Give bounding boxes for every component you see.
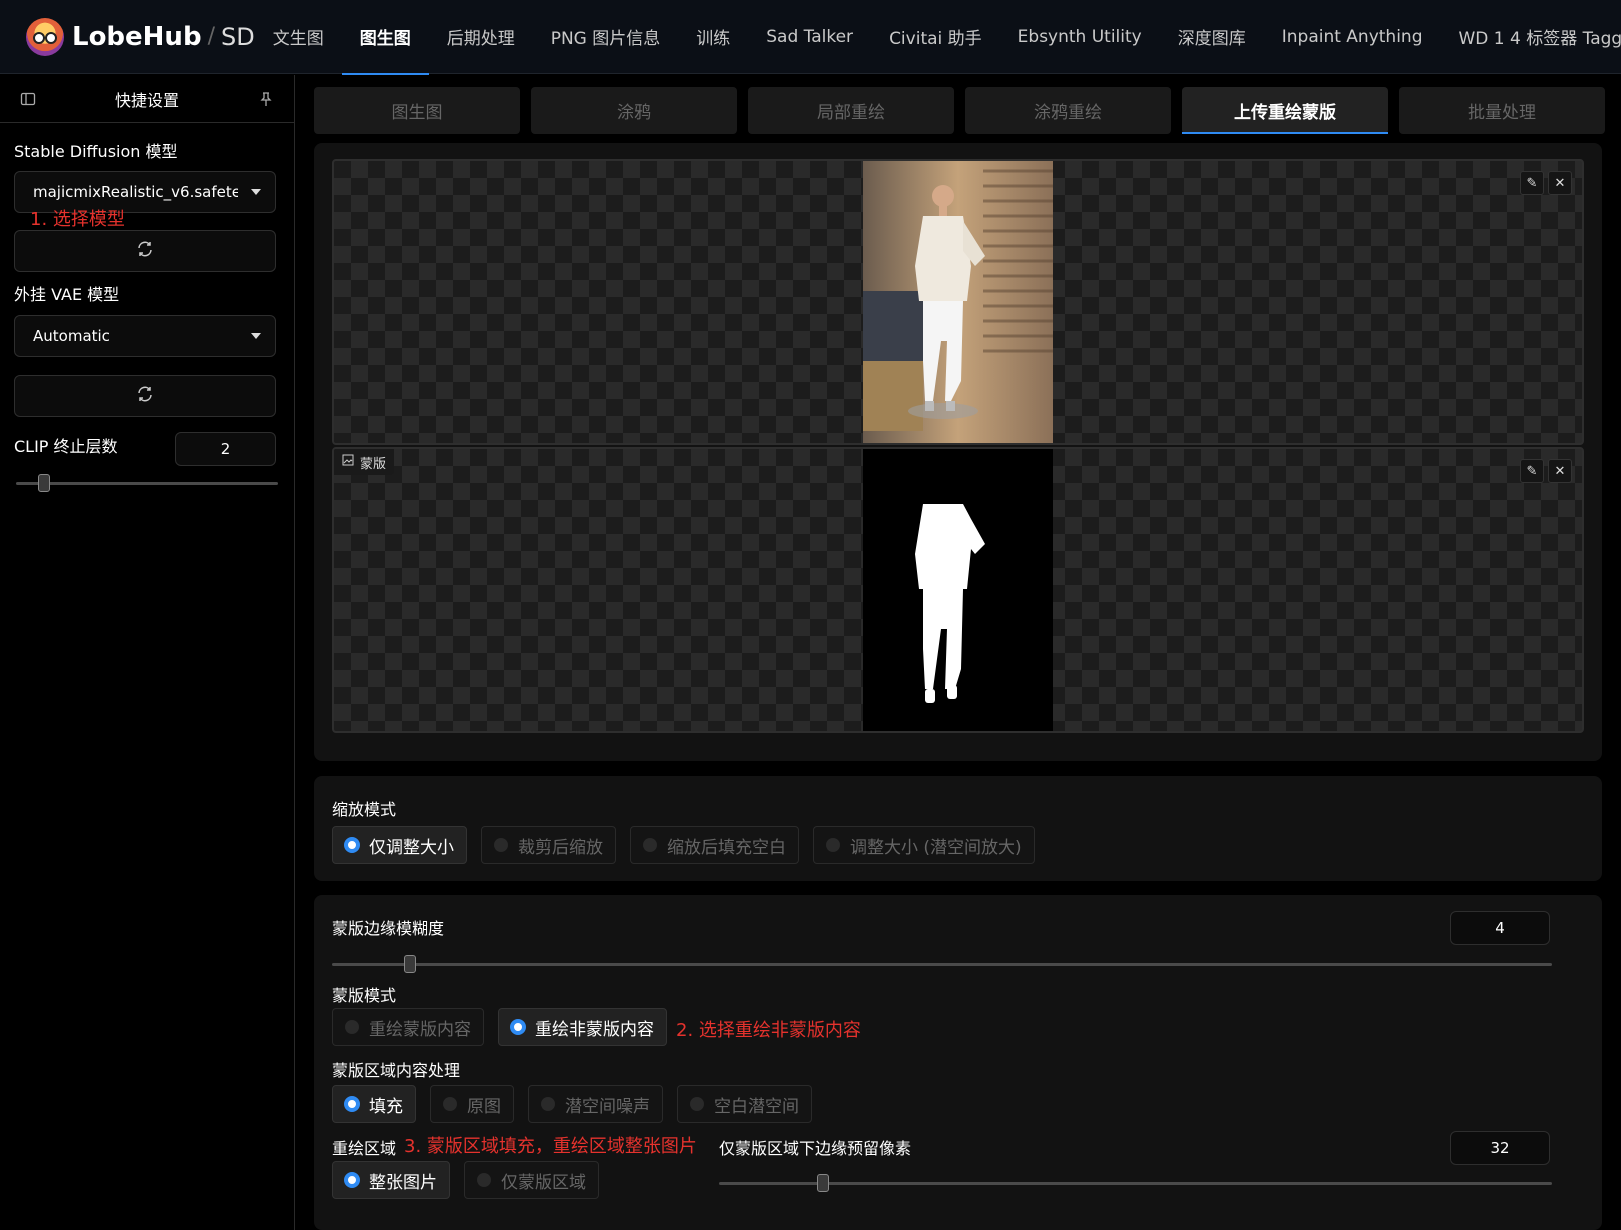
brand-name: LobeHub <box>72 21 202 52</box>
inpaint-area-option-0[interactable]: 整张图片 <box>332 1161 450 1199</box>
main-area: 图生图 涂鸦 局部重绘 涂鸦重绘 上传重绘蒙版 批量处理 ✎ ✕ 蒙版 ✎ ✕ … <box>296 75 1621 1230</box>
nav-item-9[interactable]: Inpaint Anything <box>1264 0 1441 74</box>
pencil-icon[interactable]: ✎ <box>1520 459 1544 483</box>
mask-mode-label: 蒙版模式 <box>332 986 397 1005</box>
mask-mode-option-1[interactable]: 重绘非蒙版内容 <box>498 1008 667 1046</box>
masked-content-option-1[interactable]: 原图 <box>430 1085 514 1123</box>
sidebar-toggle-icon[interactable] <box>20 91 36 107</box>
pin-icon[interactable] <box>258 91 274 107</box>
mask-settings-panel: 蒙版边缘模糊度 4 蒙版模式 重绘蒙版内容 重绘非蒙版内容 2. 选择重绘非蒙版内… <box>314 895 1602 1230</box>
sidebar-title: 快捷设置 <box>114 90 179 110</box>
init-image <box>863 161 1053 443</box>
refresh-icon <box>136 239 154 263</box>
only-masked-padding-input[interactable]: 32 <box>1450 1131 1550 1165</box>
only-masked-padding-label: 仅蒙版区域下边缘预留像素 <box>719 1139 912 1158</box>
mask-blur-label: 蒙版边缘模糊度 <box>332 919 445 938</box>
sd-model-label: Stable Diffusion 模型 <box>14 142 178 161</box>
masked-content-option-2[interactable]: 潜空间噪声 <box>528 1085 663 1123</box>
masked-content-option-3[interactable]: 空白潜空间 <box>677 1085 812 1123</box>
chevron-down-icon <box>251 189 261 195</box>
sidebar: 快捷设置 Stable Diffusion 模型 majicmixRealist… <box>0 75 295 1230</box>
tab-4[interactable]: 上传重绘蒙版 <box>1182 87 1388 134</box>
nav-item-7[interactable]: Ebsynth Utility <box>1000 0 1160 74</box>
mask-label-text: 蒙版 <box>360 456 387 472</box>
img2img-tabs: 图生图 涂鸦 局部重绘 涂鸦重绘 上传重绘蒙版 批量处理 <box>314 87 1605 134</box>
mask-mode-option-0[interactable]: 重绘蒙版内容 <box>332 1008 484 1046</box>
brand: LobeHub / SD <box>0 17 255 56</box>
clip-skip-slider[interactable] <box>16 474 278 492</box>
tab-2[interactable]: 局部重绘 <box>748 87 954 134</box>
image-panel: ✎ ✕ 蒙版 ✎ ✕ <box>314 143 1602 761</box>
mask-canvas[interactable]: 蒙版 ✎ ✕ <box>332 447 1584 733</box>
tab-0[interactable]: 图生图 <box>314 87 520 134</box>
resize-mode-option-0[interactable]: 仅调整大小 <box>332 826 467 864</box>
resize-mode-label: 缩放模式 <box>332 800 397 819</box>
mask-mode-options: 重绘蒙版内容 重绘非蒙版内容 <box>332 1008 667 1046</box>
nav-item-1[interactable]: 图生图 <box>341 0 429 75</box>
resize-mode-panel: 缩放模式 仅调整大小 裁剪后缩放 缩放后填充空白 调整大小 (潜空间放大) <box>314 776 1602 881</box>
sd-model-value: majicmixRealistic_v6.safetensors <box>33 183 238 201</box>
annotation-step-1: 1. 选择模型 <box>30 209 125 230</box>
annotation-step-2: 2. 选择重绘非蒙版内容 <box>676 1020 861 1041</box>
nav-item-10[interactable]: WD 1 4 标签器 Tagger <box>1441 0 1621 74</box>
mask-blur-slider[interactable] <box>332 955 1552 973</box>
nav-item-5[interactable]: Sad Talker <box>748 0 871 74</box>
tab-1[interactable]: 涂鸦 <box>531 87 737 134</box>
resize-mode-option-3[interactable]: 调整大小 (潜空间放大) <box>813 826 1035 864</box>
brand-separator: / <box>207 24 215 49</box>
inpaint-area-label: 重绘区域 <box>332 1139 397 1158</box>
inpaint-area-options: 整张图片 仅蒙版区域 <box>332 1161 599 1199</box>
init-image-tools: ✎ ✕ <box>1520 171 1572 195</box>
clip-skip-input[interactable]: 2 <box>175 432 276 466</box>
nav-item-2[interactable]: 后期处理 <box>429 0 533 74</box>
tab-3[interactable]: 涂鸦重绘 <box>965 87 1171 134</box>
pencil-icon[interactable]: ✎ <box>1520 171 1544 195</box>
resize-mode-option-1[interactable]: 裁剪后缩放 <box>481 826 616 864</box>
nav-item-6[interactable]: Civitai 助手 <box>871 0 1000 74</box>
close-icon[interactable]: ✕ <box>1548 459 1572 483</box>
sd-model-refresh-button[interactable] <box>14 230 276 272</box>
resize-mode-options: 仅调整大小 裁剪后缩放 缩放后填充空白 调整大小 (潜空间放大) <box>332 826 1035 864</box>
only-masked-padding-slider-thumb[interactable] <box>817 1174 829 1192</box>
brand-sub: SD <box>220 22 255 51</box>
nav-item-0[interactable]: 文生图 <box>255 0 342 74</box>
lobehub-logo-icon <box>26 17 64 56</box>
masked-content-option-0[interactable]: 填充 <box>332 1085 416 1123</box>
resize-mode-option-2[interactable]: 缩放后填充空白 <box>630 826 799 864</box>
mask-label: 蒙版 <box>334 449 395 475</box>
inpaint-area-option-1[interactable]: 仅蒙版区域 <box>464 1161 599 1199</box>
clip-skip-label: CLIP 终止层数 <box>14 437 118 456</box>
main-nav: 文生图 图生图 后期处理 PNG 图片信息 训练 Sad Talker Civitai 助手… <box>255 0 1621 75</box>
nav-item-4[interactable]: 训练 <box>678 0 748 74</box>
tab-5[interactable]: 批量处理 <box>1399 87 1605 134</box>
close-icon[interactable]: ✕ <box>1548 171 1572 195</box>
vae-select[interactable]: Automatic <box>14 315 276 357</box>
clip-skip-slider-thumb[interactable] <box>38 474 50 492</box>
annotation-step-3: 3. 蒙版区域填充，重绘区域整张图片 <box>404 1136 697 1157</box>
top-bar: LobeHub / SD 文生图 图生图 后期处理 PNG 图片信息 训练 Sad Tal… <box>0 0 1621 75</box>
chevron-down-icon <box>251 333 261 339</box>
nav-item-8[interactable]: 深度图库 <box>1160 0 1264 74</box>
init-image-canvas[interactable]: ✎ ✕ <box>332 159 1584 445</box>
refresh-icon <box>136 384 154 408</box>
mask-tools: ✎ ✕ <box>1520 459 1572 483</box>
only-masked-padding-slider[interactable] <box>719 1174 1552 1192</box>
mask-blur-slider-thumb[interactable] <box>404 955 416 973</box>
sidebar-header: 快捷设置 <box>0 75 294 123</box>
mask-image <box>863 449 1053 731</box>
vae-label: 外挂 VAE 模型 <box>14 285 120 304</box>
masked-content-options: 填充 原图 潜空间噪声 空白潜空间 <box>332 1085 812 1123</box>
nav-item-3[interactable]: PNG 图片信息 <box>533 0 679 74</box>
masked-content-label: 蒙版区域内容处理 <box>332 1061 461 1080</box>
mask-blur-input[interactable]: 4 <box>1450 911 1550 945</box>
vae-value: Automatic <box>33 327 110 345</box>
image-icon <box>342 454 354 470</box>
vae-refresh-button[interactable] <box>14 375 276 417</box>
